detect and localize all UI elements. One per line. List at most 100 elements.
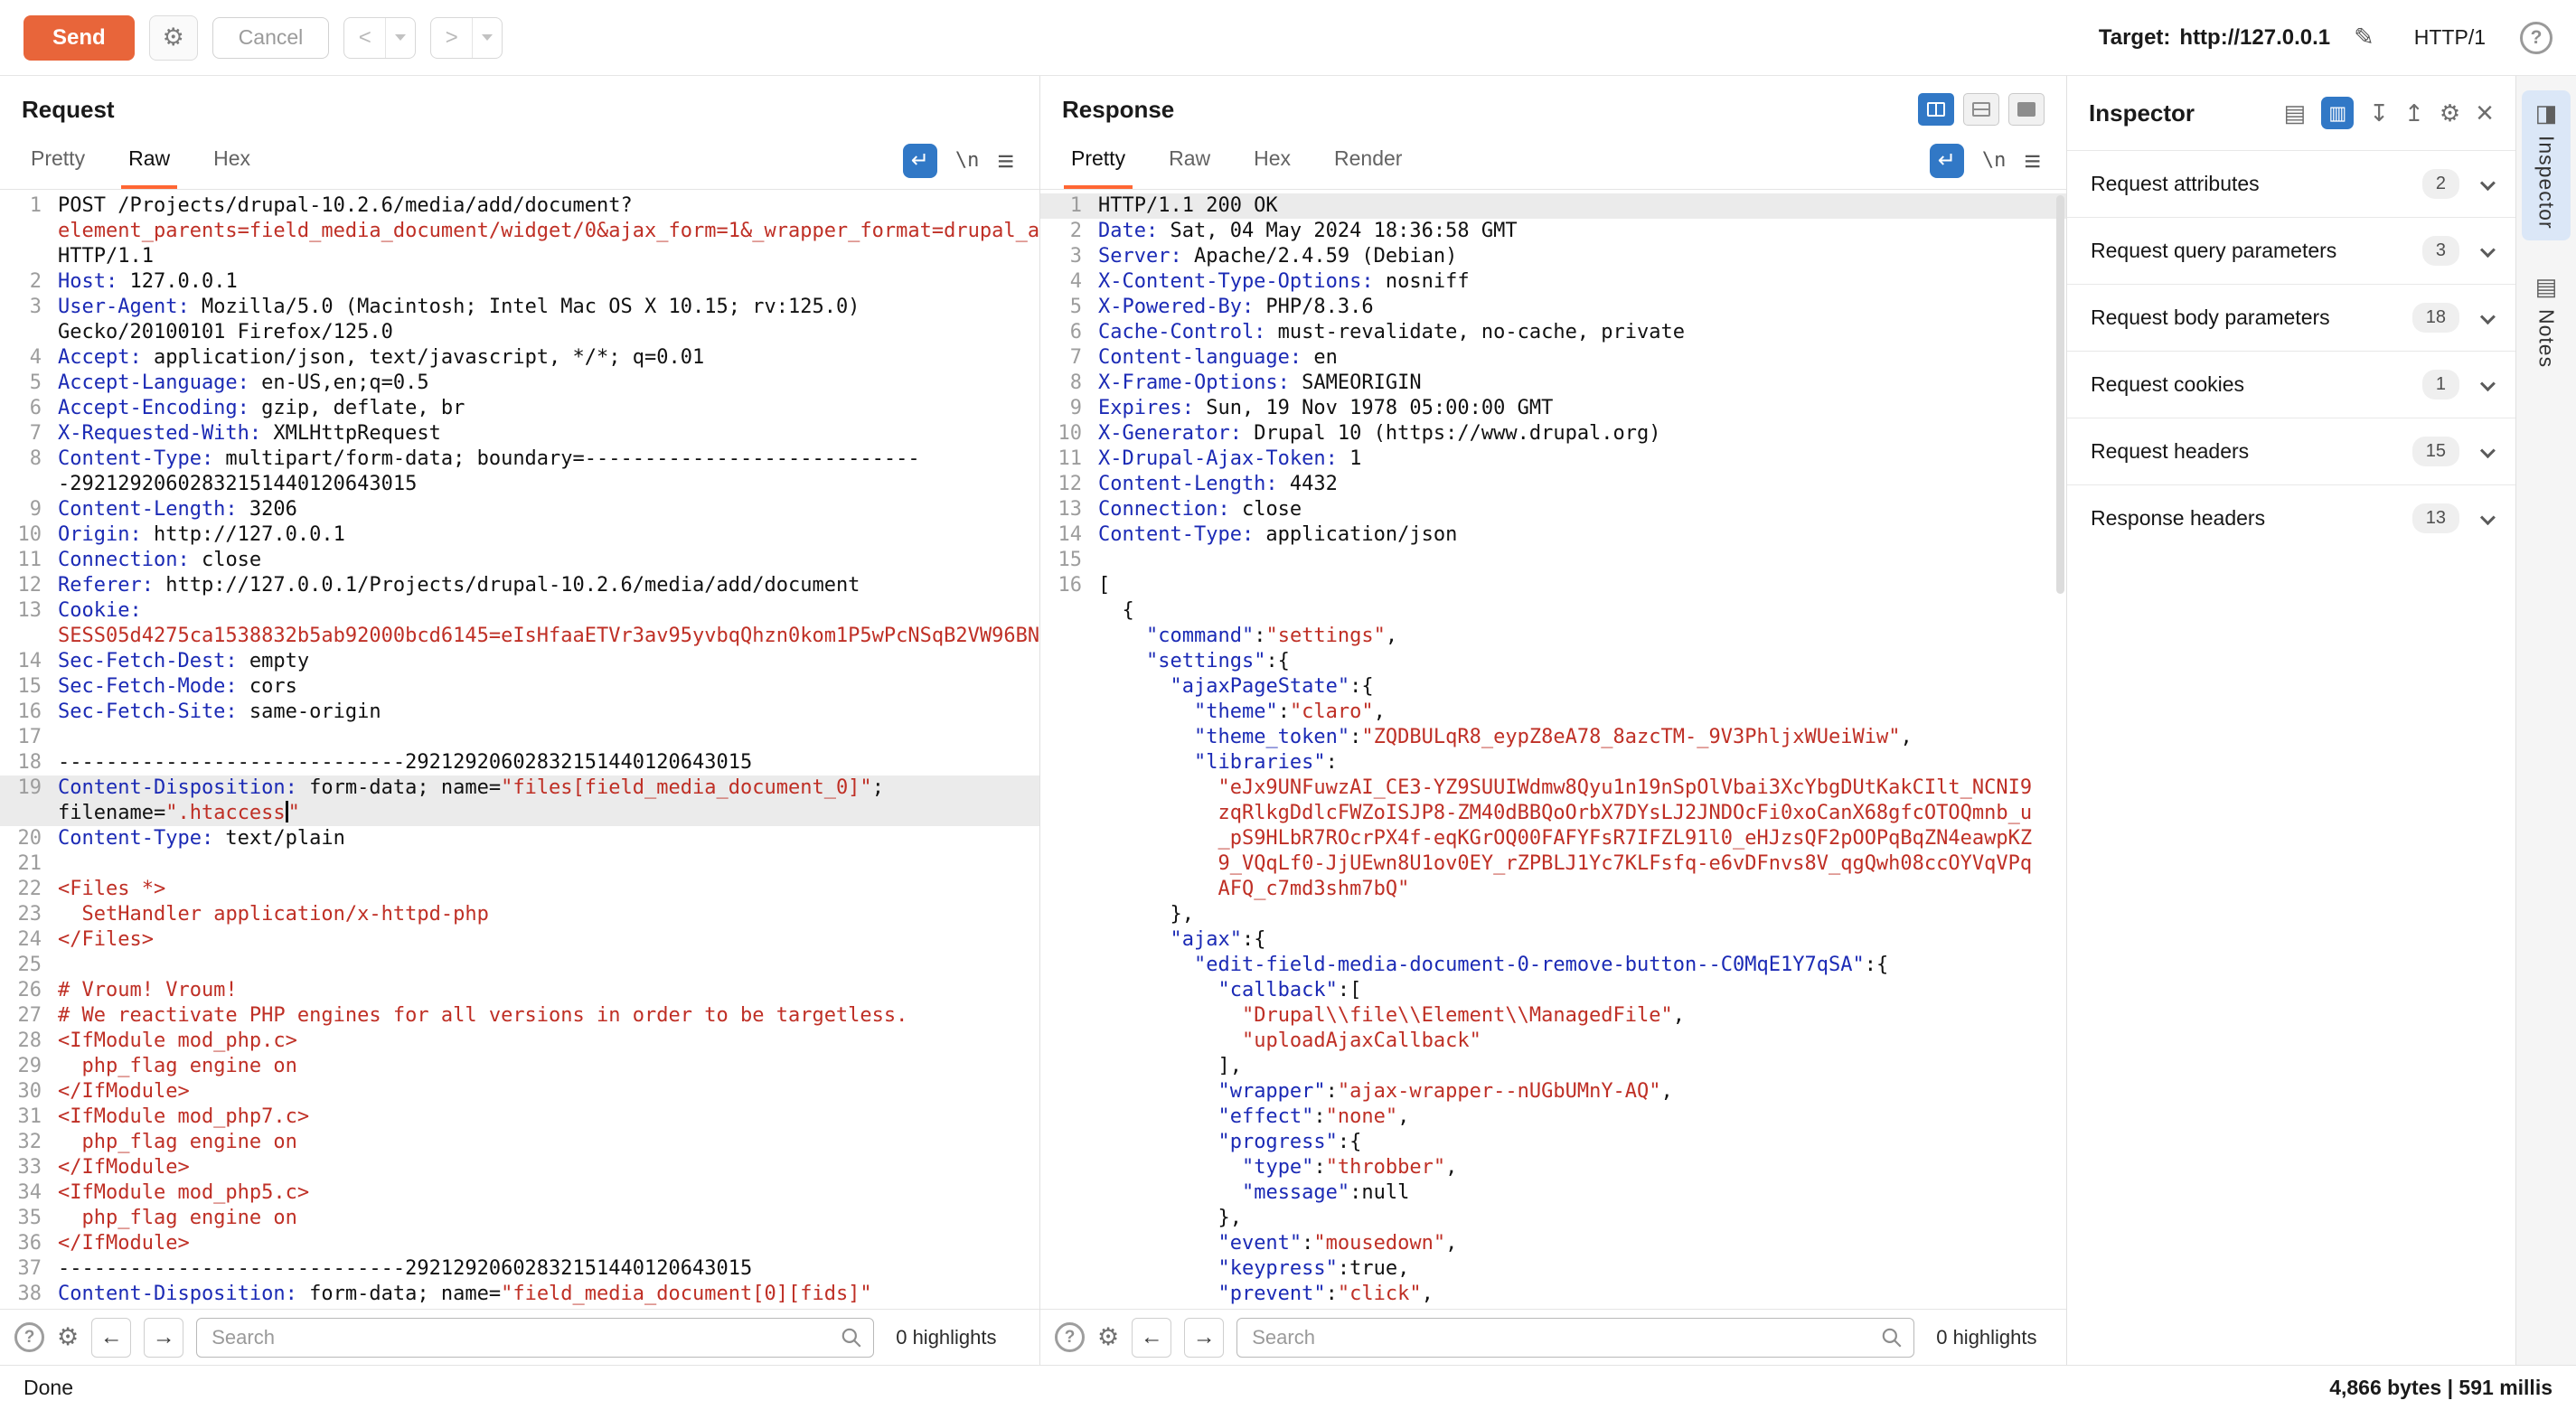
code-line[interactable]: 16Sec-Fetch-Site: same-origin: [0, 700, 1039, 725]
request-search-input[interactable]: [196, 1318, 874, 1358]
expand-all-button[interactable]: ↧: [2369, 101, 2389, 125]
inspector-section-request-attributes[interactable]: Request attributes2: [2067, 150, 2515, 217]
code-text[interactable]: <IfModule mod_php5.c>: [58, 1180, 1039, 1206]
code-text[interactable]: Content-Disposition: form-data; name="fi…: [58, 776, 1039, 826]
code-text[interactable]: Content-Length: 3206: [58, 497, 1039, 522]
send-settings-button[interactable]: ⚙: [149, 15, 198, 61]
code-line[interactable]: 28<IfModule mod_php.c>: [0, 1029, 1039, 1054]
code-text[interactable]: Connection: close: [1098, 497, 2066, 522]
edit-target-icon[interactable]: ✎: [2354, 24, 2374, 52]
code-text[interactable]: php_flag engine on: [58, 1054, 1039, 1079]
inspector-settings-button[interactable]: ⚙: [2440, 101, 2460, 125]
code-line[interactable]: 34<IfModule mod_php5.c>: [0, 1180, 1039, 1206]
code-line[interactable]: 22<Files *>: [0, 877, 1039, 902]
code-line[interactable]: 6Cache-Control: must-revalidate, no-cach…: [1040, 320, 2066, 345]
tab-pretty[interactable]: Pretty: [24, 132, 92, 189]
sidebar-tab-notes[interactable]: ▤ Notes: [2522, 264, 2571, 379]
code-line[interactable]: 20Content-Type: text/plain: [0, 826, 1039, 851]
help-icon[interactable]: ?: [2520, 22, 2552, 54]
code-line[interactable]: 1POST /Projects/drupal-10.2.6/media/add/…: [0, 193, 1039, 269]
code-text[interactable]: Content-Disposition: form-data; name="fi…: [58, 1282, 1039, 1307]
code-text[interactable]: X-Frame-Options: SAMEORIGIN: [1098, 371, 2066, 396]
code-line[interactable]: 37-----------------------------292129206…: [0, 1256, 1039, 1282]
code-line[interactable]: 10Origin: http://127.0.0.1: [0, 522, 1039, 548]
code-text[interactable]: [1098, 548, 2066, 573]
code-text[interactable]: </Files>: [58, 927, 1039, 953]
code-text[interactable]: X-Requested-With: XMLHttpRequest: [58, 421, 1039, 446]
code-text[interactable]: Content-Type: multipart/form-data; bound…: [58, 446, 1039, 497]
code-text[interactable]: HTTP/1.1 200 OK: [1098, 193, 2066, 219]
code-line[interactable]: 13Connection: close: [1040, 497, 2066, 522]
code-line[interactable]: 15: [1040, 548, 2066, 573]
code-text[interactable]: Server: Apache/2.4.59 (Debian): [1098, 244, 2066, 269]
code-text[interactable]: Content-language: en: [1098, 345, 2066, 371]
request-editor[interactable]: 1POST /Projects/drupal-10.2.6/media/add/…: [0, 190, 1039, 1309]
code-text[interactable]: Expires: Sun, 19 Nov 1978 05:00:00 GMT: [1098, 396, 2066, 421]
show-newlines-button[interactable]: \n: [955, 149, 980, 172]
collapse-all-button[interactable]: ↥: [2404, 101, 2424, 125]
word-wrap-toggle-button[interactable]: ↵: [1930, 144, 1964, 178]
code-line[interactable]: 8X-Frame-Options: SAMEORIGIN: [1040, 371, 2066, 396]
search-prev-button[interactable]: ←: [91, 1318, 131, 1358]
code-text[interactable]: Accept: application/json, text/javascrip…: [58, 345, 1039, 371]
code-line[interactable]: 33</IfModule>: [0, 1155, 1039, 1180]
code-line[interactable]: 30</IfModule>: [0, 1079, 1039, 1104]
code-line[interactable]: 5Accept-Language: en-US,en;q=0.5: [0, 371, 1039, 396]
tab-raw[interactable]: Raw: [121, 132, 177, 189]
code-line[interactable]: 23 SetHandler application/x-httpd-php: [0, 902, 1039, 927]
code-line[interactable]: 35 php_flag engine on: [0, 1206, 1039, 1231]
code-text[interactable]: SetHandler application/x-httpd-php: [58, 902, 1039, 927]
code-line[interactable]: 19Content-Disposition: form-data; name="…: [0, 776, 1039, 826]
code-text[interactable]: Content-Type: application/json: [1098, 522, 2066, 548]
code-line[interactable]: 16[ { "command":"settings", "settings":{…: [1040, 573, 2066, 1307]
code-text[interactable]: X-Drupal-Ajax-Token: 1: [1098, 446, 2066, 472]
scrollbar[interactable]: [2056, 195, 2064, 1303]
code-text[interactable]: -----------------------------29212920602…: [58, 750, 1039, 776]
search-settings-button[interactable]: ⚙: [57, 1323, 79, 1351]
code-text[interactable]: </IfModule>: [58, 1231, 1039, 1256]
inspector-section-request-body-parameters[interactable]: Request body parameters18: [2067, 284, 2515, 351]
code-line[interactable]: 7X-Requested-With: XMLHttpRequest: [0, 421, 1039, 446]
inspector-section-request-query-parameters[interactable]: Request query parameters3: [2067, 217, 2515, 284]
code-line[interactable]: 9Expires: Sun, 19 Nov 1978 05:00:00 GMT: [1040, 396, 2066, 421]
code-text[interactable]: [58, 851, 1039, 877]
code-line[interactable]: 38Content-Disposition: form-data; name="…: [0, 1282, 1039, 1307]
search-help-icon[interactable]: ?: [1055, 1322, 1085, 1352]
code-line[interactable]: 9Content-Length: 3206: [0, 497, 1039, 522]
code-text[interactable]: Accept-Encoding: gzip, deflate, br: [58, 396, 1039, 421]
layout-single-button[interactable]: [2008, 93, 2045, 126]
code-line[interactable]: 13Cookie: SESS05d4275ca1538832b5ab92000b…: [0, 598, 1039, 649]
code-line[interactable]: 6Accept-Encoding: gzip, deflate, br: [0, 396, 1039, 421]
code-line[interactable]: 24</Files>: [0, 927, 1039, 953]
search-next-button[interactable]: →: [1184, 1318, 1224, 1358]
code-text[interactable]: Cookie: SESS05d4275ca1538832b5ab92000bcd…: [58, 598, 1039, 649]
code-line[interactable]: 21: [0, 851, 1039, 877]
code-text[interactable]: [ { "command":"settings", "settings":{ "…: [1098, 573, 2066, 1307]
code-line[interactable]: 3Server: Apache/2.4.59 (Debian): [1040, 244, 2066, 269]
code-line[interactable]: 12Referer: http://127.0.0.1/Projects/dru…: [0, 573, 1039, 598]
history-forward-dropdown[interactable]: [473, 18, 502, 58]
history-back-button[interactable]: <: [344, 18, 386, 58]
code-text[interactable]: Sec-Fetch-Site: same-origin: [58, 700, 1039, 725]
inspector-view-list-button[interactable]: ▤: [2284, 101, 2307, 125]
code-text[interactable]: Host: 127.0.0.1: [58, 269, 1039, 295]
code-text[interactable]: Sec-Fetch-Mode: cors: [58, 674, 1039, 700]
show-newlines-button[interactable]: \n: [1982, 149, 2007, 172]
send-button[interactable]: Send: [24, 15, 135, 61]
code-line[interactable]: 11Connection: close: [0, 548, 1039, 573]
code-text[interactable]: php_flag engine on: [58, 1130, 1039, 1155]
code-text[interactable]: X-Generator: Drupal 10 (https://www.drup…: [1098, 421, 2066, 446]
code-text[interactable]: Referer: http://127.0.0.1/Projects/drupa…: [58, 573, 1039, 598]
code-text[interactable]: Content-Length: 4432: [1098, 472, 2066, 497]
code-line[interactable]: 18-----------------------------292129206…: [0, 750, 1039, 776]
code-text[interactable]: Accept-Language: en-US,en;q=0.5: [58, 371, 1039, 396]
code-text[interactable]: [58, 725, 1039, 750]
code-line[interactable]: 14Content-Type: application/json: [1040, 522, 2066, 548]
code-text[interactable]: User-Agent: Mozilla/5.0 (Macintosh; Inte…: [58, 295, 1039, 345]
code-text[interactable]: Origin: http://127.0.0.1: [58, 522, 1039, 548]
code-line[interactable]: 7Content-language: en: [1040, 345, 2066, 371]
code-text[interactable]: Date: Sat, 04 May 2024 18:36:58 GMT: [1098, 219, 2066, 244]
code-line[interactable]: 10X-Generator: Drupal 10 (https://www.dr…: [1040, 421, 2066, 446]
code-text[interactable]: X-Powered-By: PHP/8.3.6: [1098, 295, 2066, 320]
tab-raw[interactable]: Raw: [1161, 132, 1217, 189]
